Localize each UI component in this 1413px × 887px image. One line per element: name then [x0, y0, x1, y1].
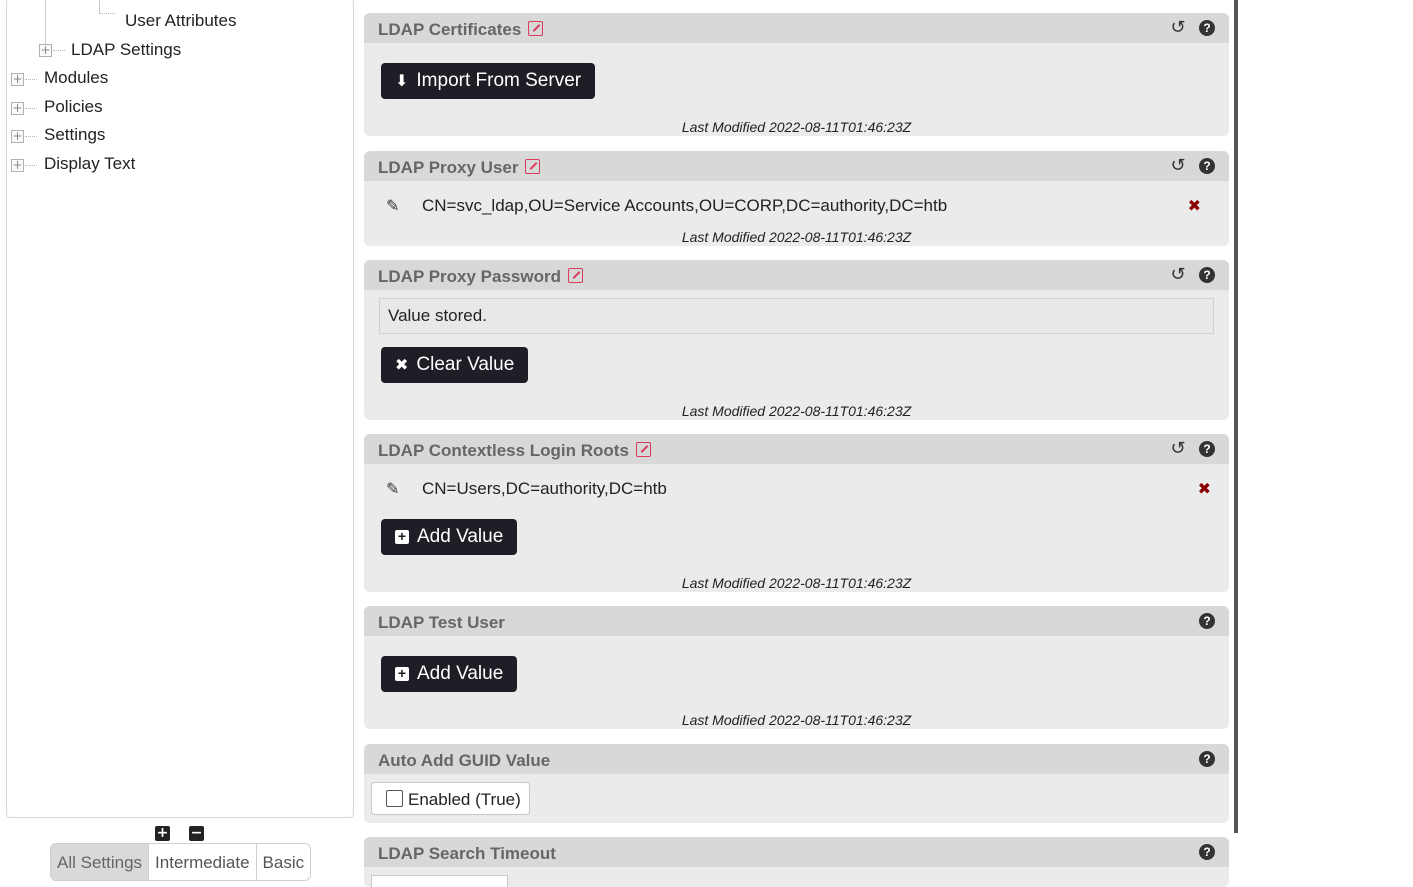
clear-value-button[interactable]: ✖ Clear Value [381, 347, 529, 383]
checkbox-box[interactable] [386, 790, 403, 807]
enabled-checkbox[interactable]: Enabled (True) [371, 782, 530, 815]
setting-title: LDAP Proxy User [378, 158, 541, 178]
last-modified: Last Modified 2022-08-11T01:46:23Z [681, 712, 912, 728]
tree-guide-line [99, 13, 115, 14]
setting-title: LDAP Proxy Password [378, 267, 583, 287]
setting-value: CN=svc_ldap,OU=Service Accounts,OU=CORP,… [422, 196, 948, 215]
edit-icon[interactable]: ✎ [386, 196, 399, 215]
tree-guide-line [25, 165, 37, 166]
last-modified: Last Modified 2022-08-11T01:46:23Z [681, 119, 912, 135]
setting-ldap-test-user: LDAP Test User ? + Add Value Last Modifie… [364, 606, 1229, 729]
setting-header: LDAP Search Timeout ? [364, 837, 1229, 867]
undo-icon[interactable]: ↺ [1169, 19, 1187, 37]
setting-title: LDAP Search Timeout [378, 844, 556, 863]
setting-title: Auto Add GUID Value [378, 751, 551, 770]
question-icon[interactable]: ? [1199, 441, 1215, 457]
tree-controls: + − [155, 826, 215, 842]
tree-item-label[interactable]: Display Text [44, 154, 135, 174]
expand-plus-icon[interactable]: + [39, 44, 52, 57]
undo-icon[interactable]: ↺ [1169, 157, 1187, 175]
tree-item-label[interactable]: Modules [44, 68, 108, 88]
tree-item-label[interactable]: Settings [44, 125, 105, 145]
expand-plus-icon[interactable]: + [11, 102, 24, 115]
setting-header: LDAP Certificates ↺ ? [364, 13, 1229, 43]
pencil-square-icon [635, 442, 651, 457]
x-icon: ✖ [395, 355, 409, 374]
download-icon: ⬇ [395, 71, 409, 90]
question-icon[interactable]: ? [1199, 20, 1215, 36]
settings-tree: User Attributes + LDAP Settings + Module… [6, 0, 354, 818]
setting-ldap-proxy-password: LDAP Proxy Password ↺ ? Value stored. ✖ C… [364, 260, 1229, 420]
settings-level-tabs: All Settings Intermediate Basic [50, 843, 312, 881]
undo-icon[interactable]: ↺ [1169, 266, 1187, 284]
plus-square-icon: + [395, 529, 409, 544]
tree-guide-line [25, 79, 37, 80]
question-icon[interactable]: ? [1199, 267, 1215, 283]
question-icon[interactable]: ? [1199, 613, 1215, 629]
setting-header: LDAP Proxy Password ↺ ? [364, 260, 1229, 290]
expand-plus-icon[interactable]: + [11, 73, 24, 86]
tree-item-label[interactable]: LDAP Settings [71, 40, 181, 60]
timeout-input[interactable] [371, 875, 508, 887]
stored-value-box: Value stored. [379, 298, 1214, 334]
tree-guide-line [53, 50, 65, 51]
question-icon[interactable]: ? [1199, 158, 1215, 174]
value-row: ✎ CN=Users,DC=authority,DC=htb ✖ [384, 477, 1215, 501]
checkbox-label: Enabled (True) [408, 790, 521, 809]
expand-plus-icon[interactable]: + [11, 159, 24, 172]
setting-ldap-search-timeout: LDAP Search Timeout ? [364, 837, 1229, 887]
tree-guide-line [45, 0, 46, 47]
scrollbar[interactable] [1234, 0, 1238, 833]
last-modified: Last Modified 2022-08-11T01:46:23Z [681, 575, 912, 591]
question-icon[interactable]: ? [1199, 751, 1215, 767]
setting-ldap-proxy-user: LDAP Proxy User ↺ ? ✎ CN=svc_ldap,OU=Ser… [364, 151, 1229, 246]
x-icon[interactable]: ✖ [1188, 196, 1201, 215]
setting-auto-add-guid: Auto Add GUID Value ? Enabled (True) [364, 744, 1229, 823]
pencil-square-icon [567, 268, 583, 283]
import-from-server-button[interactable]: ⬇ Import From Server [381, 63, 596, 99]
setting-header: Auto Add GUID Value ? [364, 744, 1229, 774]
setting-header: LDAP Contextless Login Roots ↺ ? [364, 434, 1229, 464]
undo-icon[interactable]: ↺ [1169, 440, 1187, 458]
add-value-button[interactable]: + Add Value [381, 656, 518, 692]
add-value-button[interactable]: + Add Value [381, 519, 518, 555]
pencil-square-icon [528, 21, 544, 36]
tab-basic[interactable]: Basic [257, 844, 311, 880]
value-row: ✎ CN=svc_ldap,OU=Service Accounts,OU=COR… [384, 194, 1215, 218]
tree-guide-line [99, 0, 100, 13]
setting-ldap-certificates: LDAP Certificates ↺ ? ⬇ Import From Serve… [364, 13, 1229, 136]
expand-all-button[interactable]: + [155, 826, 170, 841]
last-modified: Last Modified 2022-08-11T01:46:23Z [681, 229, 912, 245]
setting-title: LDAP Contextless Login Roots [378, 441, 651, 461]
setting-value: CN=Users,DC=authority,DC=htb [422, 479, 667, 498]
collapse-all-button[interactable]: − [189, 826, 204, 841]
question-icon[interactable]: ? [1199, 844, 1215, 860]
last-modified: Last Modified 2022-08-11T01:46:23Z [681, 403, 912, 419]
tree-guide-line [25, 108, 37, 109]
setting-header: LDAP Proxy User ↺ ? [364, 151, 1229, 181]
pencil-square-icon [525, 159, 541, 174]
setting-title: LDAP Certificates [378, 20, 544, 40]
setting-header: LDAP Test User ? [364, 606, 1229, 636]
tree-item-label[interactable]: User Attributes [125, 11, 237, 31]
tree-item-label[interactable]: Policies [44, 97, 103, 117]
tab-intermediate[interactable]: Intermediate [149, 844, 257, 880]
setting-title: LDAP Test User [378, 613, 505, 632]
edit-icon[interactable]: ✎ [386, 479, 399, 498]
setting-ldap-contextless-login-roots: LDAP Contextless Login Roots ↺ ? ✎ CN=Us… [364, 434, 1229, 592]
tree-guide-line [25, 136, 37, 137]
expand-plus-icon[interactable]: + [11, 130, 24, 143]
tab-all-settings[interactable]: All Settings [51, 844, 150, 880]
plus-square-icon: + [395, 666, 409, 681]
x-icon[interactable]: ✖ [1198, 479, 1211, 498]
